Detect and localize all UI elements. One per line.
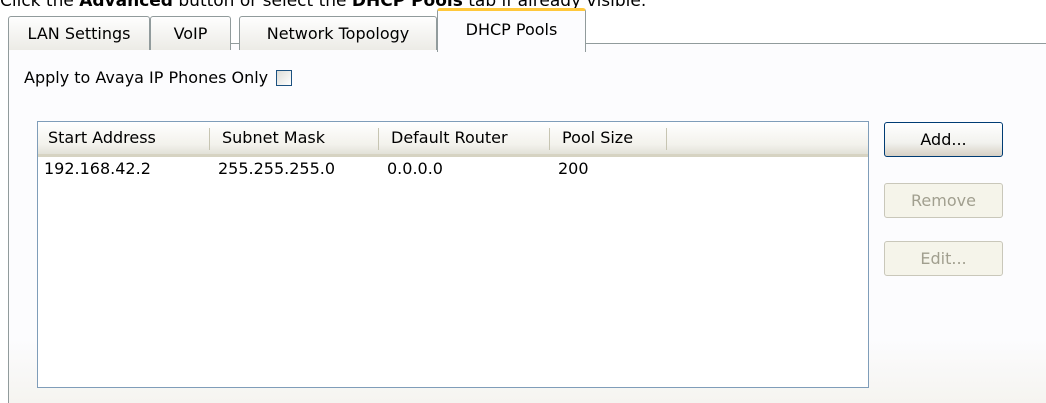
column-default-router[interactable]: Default Router xyxy=(381,122,552,154)
dhcp-pools-dialog: Click the Advanced button or select the … xyxy=(0,0,1046,403)
instruction-prefix: Click the xyxy=(0,0,80,11)
column-subnet-mask[interactable]: Subnet Mask xyxy=(212,122,381,154)
add-button[interactable]: Add... xyxy=(884,122,1003,157)
cell-default-router: 0.0.0.0 xyxy=(387,159,443,178)
cell-subnet-mask: 255.255.255.0 xyxy=(218,159,336,178)
remove-button[interactable]: Remove xyxy=(884,183,1003,218)
edit-button[interactable]: Edit... xyxy=(884,241,1003,276)
tab-voip[interactable]: VoIP xyxy=(150,16,231,50)
tab-dhcp-pools[interactable]: DHCP Pools xyxy=(437,8,586,52)
list-row[interactable]: 192.168.42.2 255.255.255.0 0.0.0.0 200 xyxy=(38,157,868,181)
apply-avaya-option: Apply to Avaya IP Phones Only xyxy=(24,66,293,90)
instruction-button-name: Advanced xyxy=(79,0,173,11)
instruction-middle: button or select the xyxy=(172,0,352,11)
column-pool-size[interactable]: Pool Size xyxy=(552,122,669,154)
cell-pool-size: 200 xyxy=(558,159,589,178)
list-header: Start Address Subnet Mask Default Router… xyxy=(38,122,868,157)
dhcp-pool-list[interactable]: Start Address Subnet Mask Default Router… xyxy=(37,121,869,388)
column-start-address[interactable]: Start Address xyxy=(38,122,212,154)
tab-lan-settings[interactable]: LAN Settings xyxy=(8,16,150,50)
column-filler xyxy=(669,122,868,154)
tab-network-topology[interactable]: Network Topology xyxy=(239,16,437,50)
cell-start-address: 192.168.42.2 xyxy=(44,159,151,178)
apply-avaya-label: Apply to Avaya IP Phones Only xyxy=(24,68,269,87)
apply-avaya-checkbox[interactable] xyxy=(276,70,293,86)
